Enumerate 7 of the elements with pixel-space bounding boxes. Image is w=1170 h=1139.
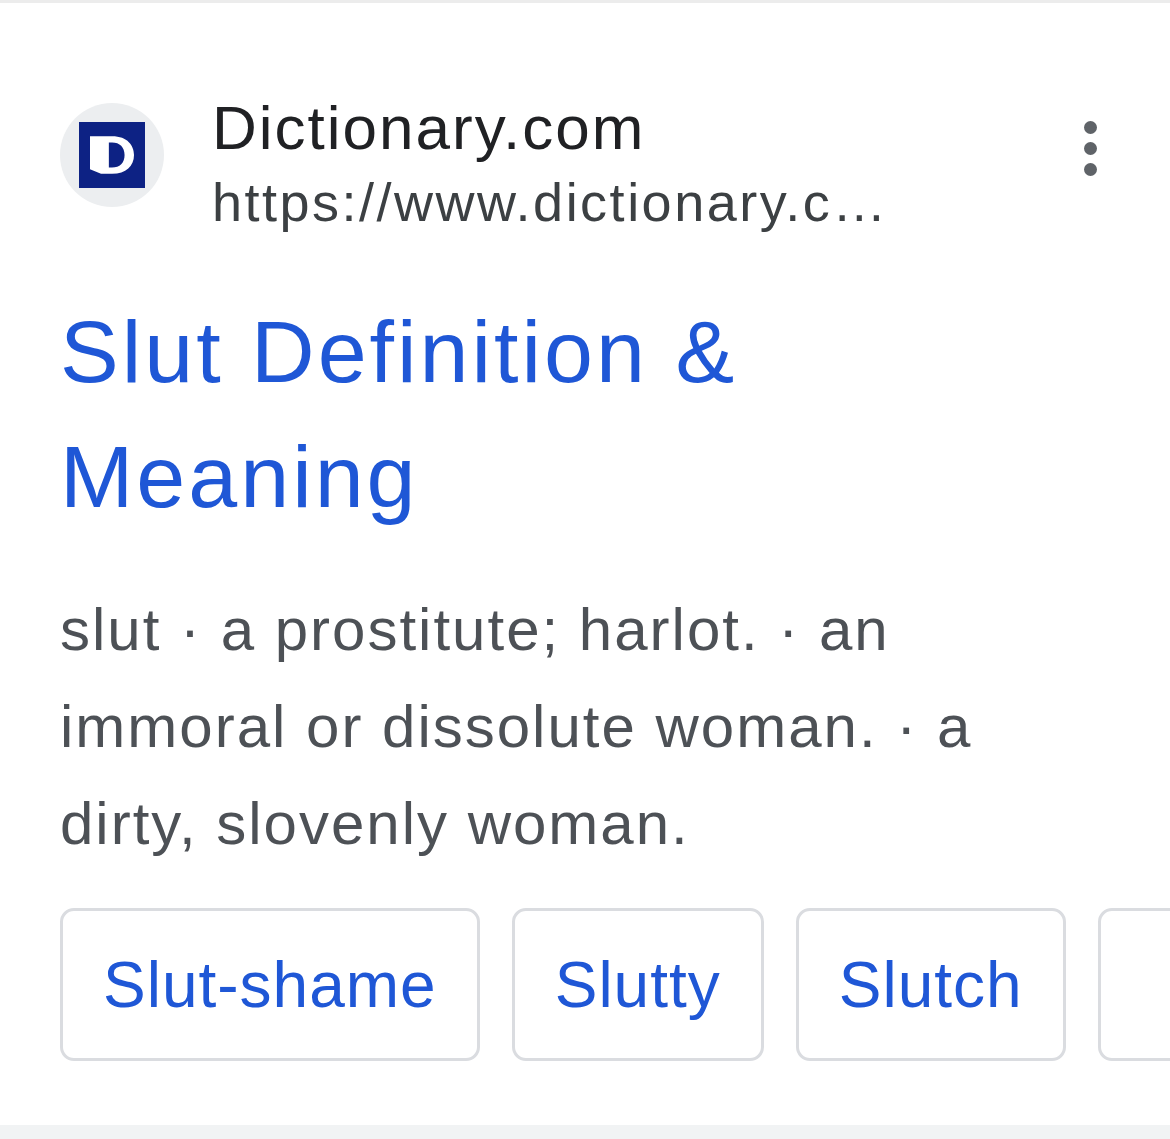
result-snippet: slut · a prostitute; harlot. · an immoral or dissolute woman. · a dirty, slovenly woman. xyxy=(60,595,974,859)
related-search-chip[interactable]: Slut-shame xyxy=(60,908,480,1061)
result-title-link[interactable]: Slut Definition & Meaning xyxy=(60,289,880,539)
site-name: Dictionary.com xyxy=(212,93,647,163)
related-search-chip[interactable]: Slutty xyxy=(511,908,764,1061)
related-search-chip[interactable]: Slutch xyxy=(795,908,1066,1061)
site-url: https://www.dictionary.c… xyxy=(212,171,890,234)
